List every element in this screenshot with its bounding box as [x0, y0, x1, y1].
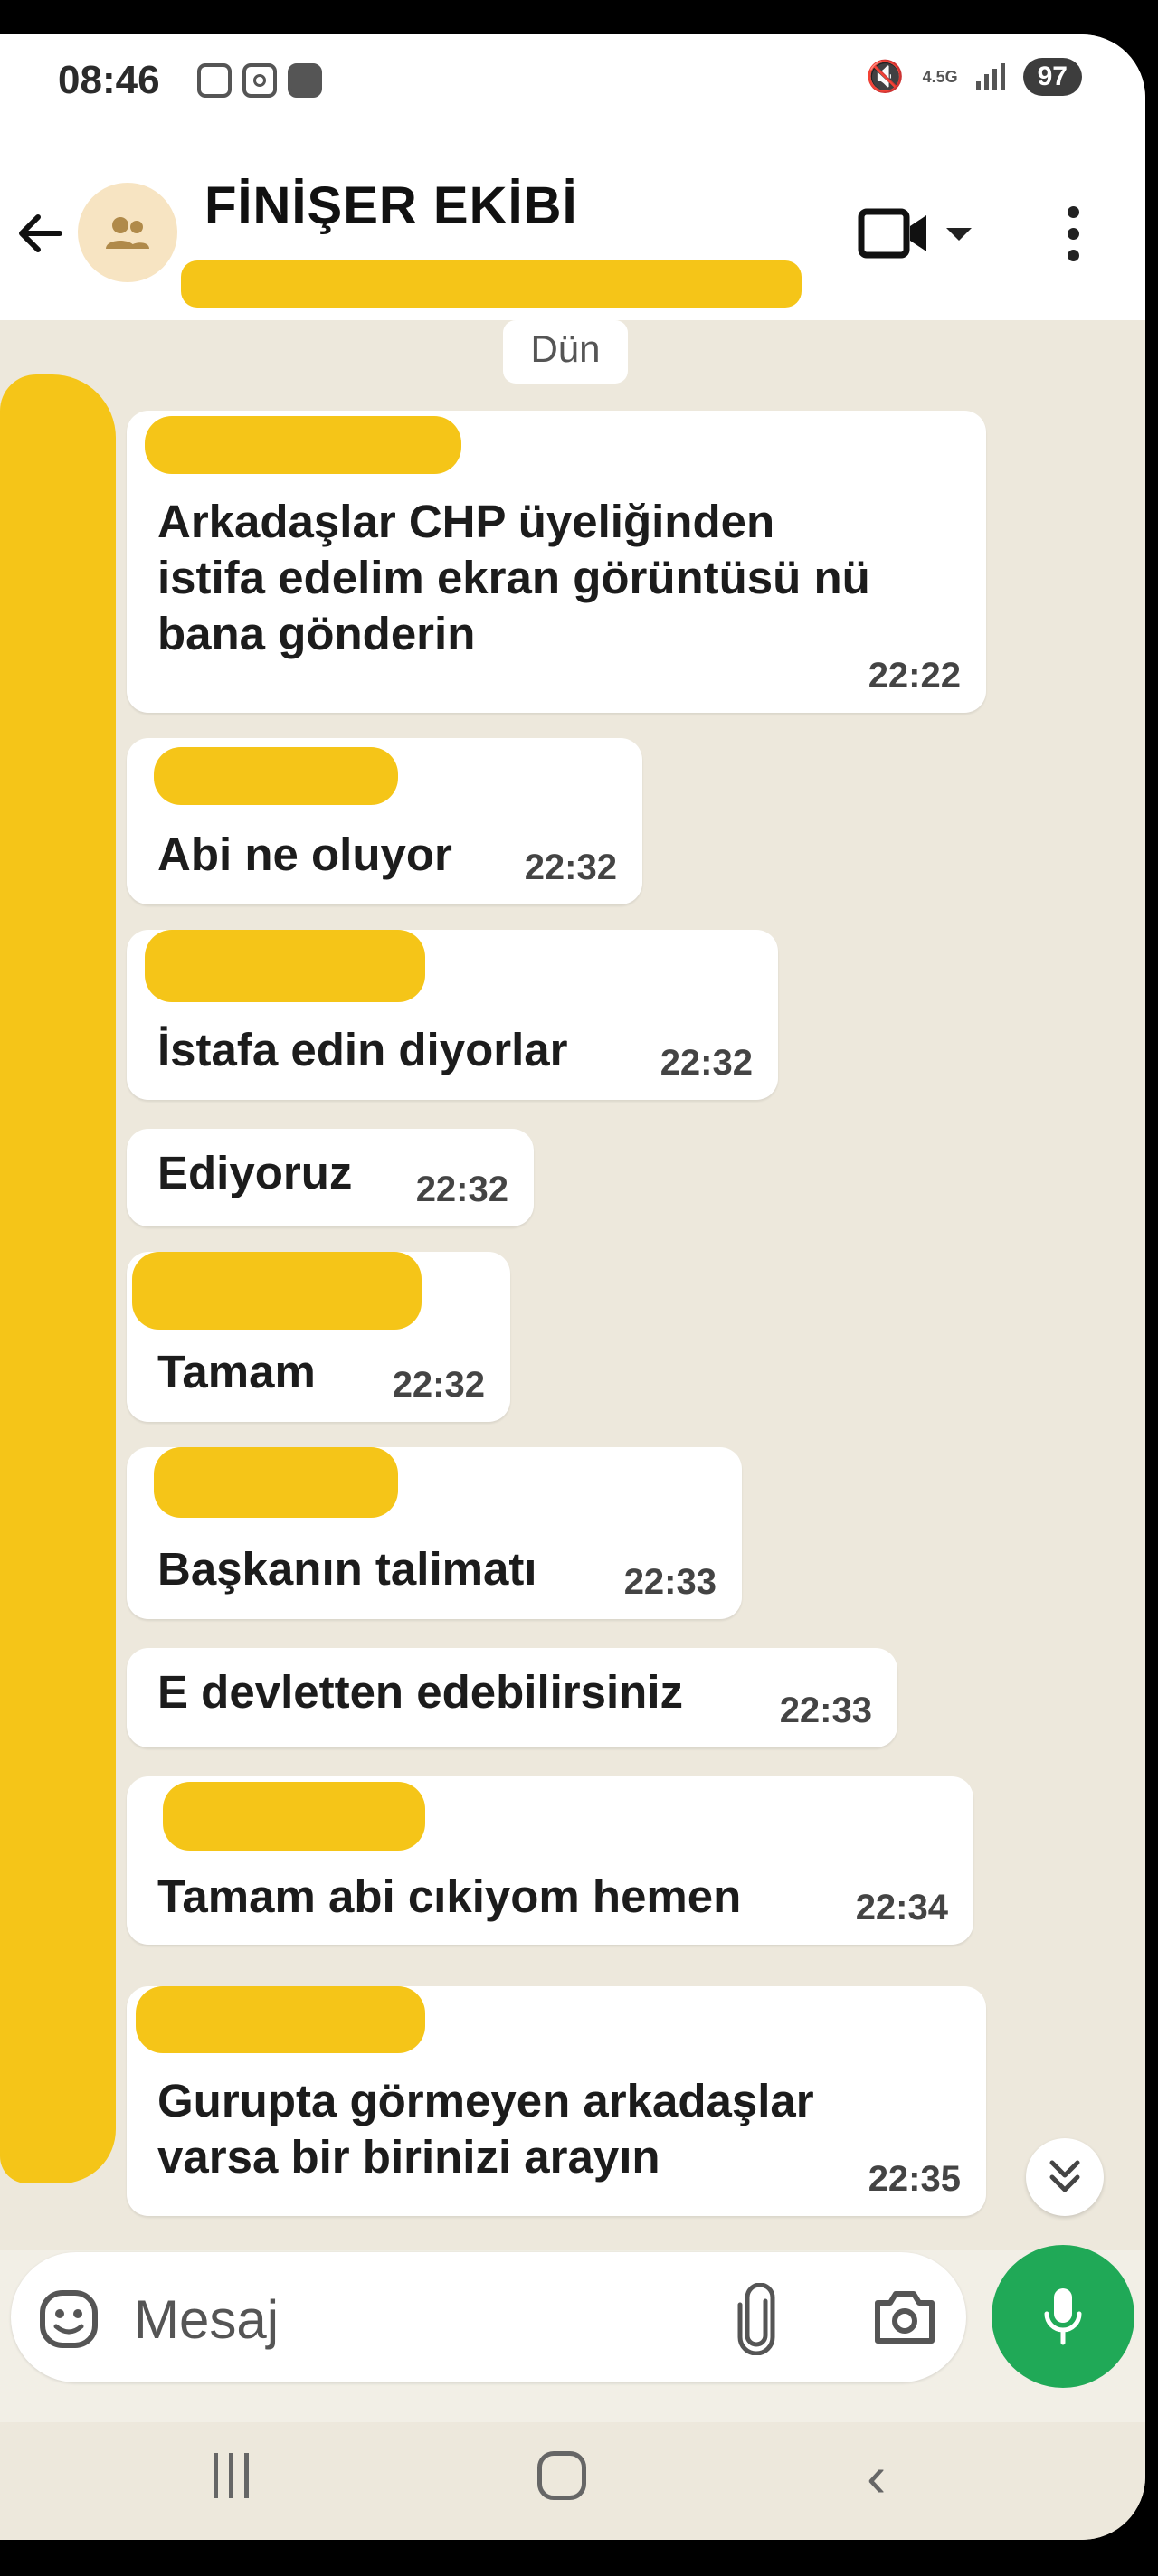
redacted-sender	[145, 416, 461, 474]
screenshot-notification-icon	[197, 63, 232, 98]
recents-icon[interactable]	[214, 2453, 249, 2498]
message-text: Tamam	[157, 1346, 316, 1397]
youtube-notification-icon	[288, 63, 322, 98]
mic-icon	[1044, 2288, 1082, 2345]
more-options-icon[interactable]	[1068, 206, 1080, 271]
back-arrow-icon[interactable]	[13, 206, 67, 260]
message-text: İstafa edin diyorlar	[157, 1024, 568, 1075]
scroll-down-button[interactable]	[1026, 2138, 1104, 2216]
redacted-sender	[163, 1782, 425, 1851]
message-bubble[interactable]: E devletten edebilirsiniz 22:33	[127, 1648, 897, 1747]
chat-title[interactable]: FİNİŞER EKİBİ	[204, 175, 578, 236]
message-input-bar: Mesaj	[11, 2252, 966, 2382]
message-text: E devletten edebilirsiniz	[157, 1666, 683, 1718]
redacted-sender	[145, 930, 425, 1002]
emoji-icon[interactable]	[38, 2288, 100, 2350]
dropdown-icon[interactable]	[946, 228, 972, 241]
attach-icon[interactable]	[736, 2283, 776, 2355]
message-input[interactable]: Mesaj	[134, 2288, 279, 2351]
message-time: 22:32	[392, 1365, 485, 1405]
message-bubble[interactable]: Ediyoruz 22:32	[127, 1129, 534, 1226]
message-text: Gurupta görmeyen arkadaşlar varsa bir bi…	[157, 2075, 814, 2183]
instagram-notification-icon	[242, 63, 277, 98]
redacted-participants	[181, 260, 802, 308]
message-time: 22:34	[855, 1888, 948, 1927]
camera-icon[interactable]	[872, 2288, 937, 2346]
phone-screen: 08:46 🔇 4.5G 97 FİNİŞER EKİBİ Dün Arkada…	[0, 34, 1145, 2540]
chat-header: FİNİŞER EKİBİ	[0, 125, 1145, 320]
message-bubble[interactable]: Tamam 22:32	[127, 1252, 510, 1422]
group-icon	[106, 217, 149, 249]
redacted-sender	[154, 1447, 398, 1518]
message-time: 22:32	[660, 1043, 753, 1083]
message-text: Başkanın talimatı	[157, 1543, 537, 1595]
message-bubble[interactable]: İstafa edin diyorlar 22:32	[127, 930, 778, 1100]
redacted-sender	[136, 1986, 425, 2053]
message-bubble[interactable]: Gurupta görmeyen arkadaşlar varsa bir bi…	[127, 1986, 986, 2216]
message-bubble[interactable]: Tamam abi cıkiyom hemen 22:34	[127, 1776, 973, 1945]
message-text: Abi ne oluyor	[157, 829, 452, 880]
mic-button[interactable]	[992, 2245, 1134, 2388]
message-time: 22:32	[524, 848, 617, 887]
redacted-sender	[154, 747, 398, 805]
battery-level: 97	[1022, 58, 1082, 96]
network-type: 4.5G	[922, 68, 958, 86]
chat-area[interactable]: Dün Arkadaşlar CHP üyeliğinden istifa ed…	[0, 320, 1145, 2250]
redaction-strip	[0, 374, 116, 2183]
message-time: 22:22	[868, 656, 961, 696]
notification-icons	[197, 63, 322, 98]
message-time: 22:33	[623, 1562, 717, 1602]
message-time: 22:33	[779, 1690, 872, 1730]
video-call-icon[interactable]	[858, 208, 930, 259]
message-time: 22:32	[415, 1170, 508, 1209]
message-text: Ediyoruz	[157, 1147, 353, 1198]
status-time: 08:46	[58, 58, 160, 102]
message-bubble[interactable]: Başkanın talimatı 22:33	[127, 1447, 742, 1619]
scroll-down-icon	[1049, 2160, 1080, 2192]
group-avatar[interactable]	[78, 183, 177, 282]
message-bubble[interactable]: Arkadaşlar CHP üyeliğinden istifa edelim…	[127, 411, 986, 713]
message-bubble[interactable]: Abi ne oluyor 22:32	[127, 738, 642, 904]
redacted-sender	[132, 1252, 422, 1330]
message-time: 22:35	[868, 2159, 961, 2199]
system-nav-bar: ‹	[0, 2422, 1145, 2540]
nav-back-icon[interactable]: ‹	[867, 2448, 886, 2505]
status-bar: 08:46 🔇 4.5G 97	[0, 34, 1145, 125]
message-text: Arkadaşlar CHP üyeliğinden istifa edelim…	[157, 496, 870, 659]
home-icon[interactable]	[537, 2451, 586, 2500]
signal-icon	[975, 63, 1005, 90]
mute-icon: 🔇	[866, 60, 905, 94]
message-text: Tamam abi cıkiyom hemen	[157, 1870, 742, 1922]
date-separator: Dün	[503, 320, 628, 384]
status-right: 🔇 4.5G 97	[866, 58, 1082, 96]
